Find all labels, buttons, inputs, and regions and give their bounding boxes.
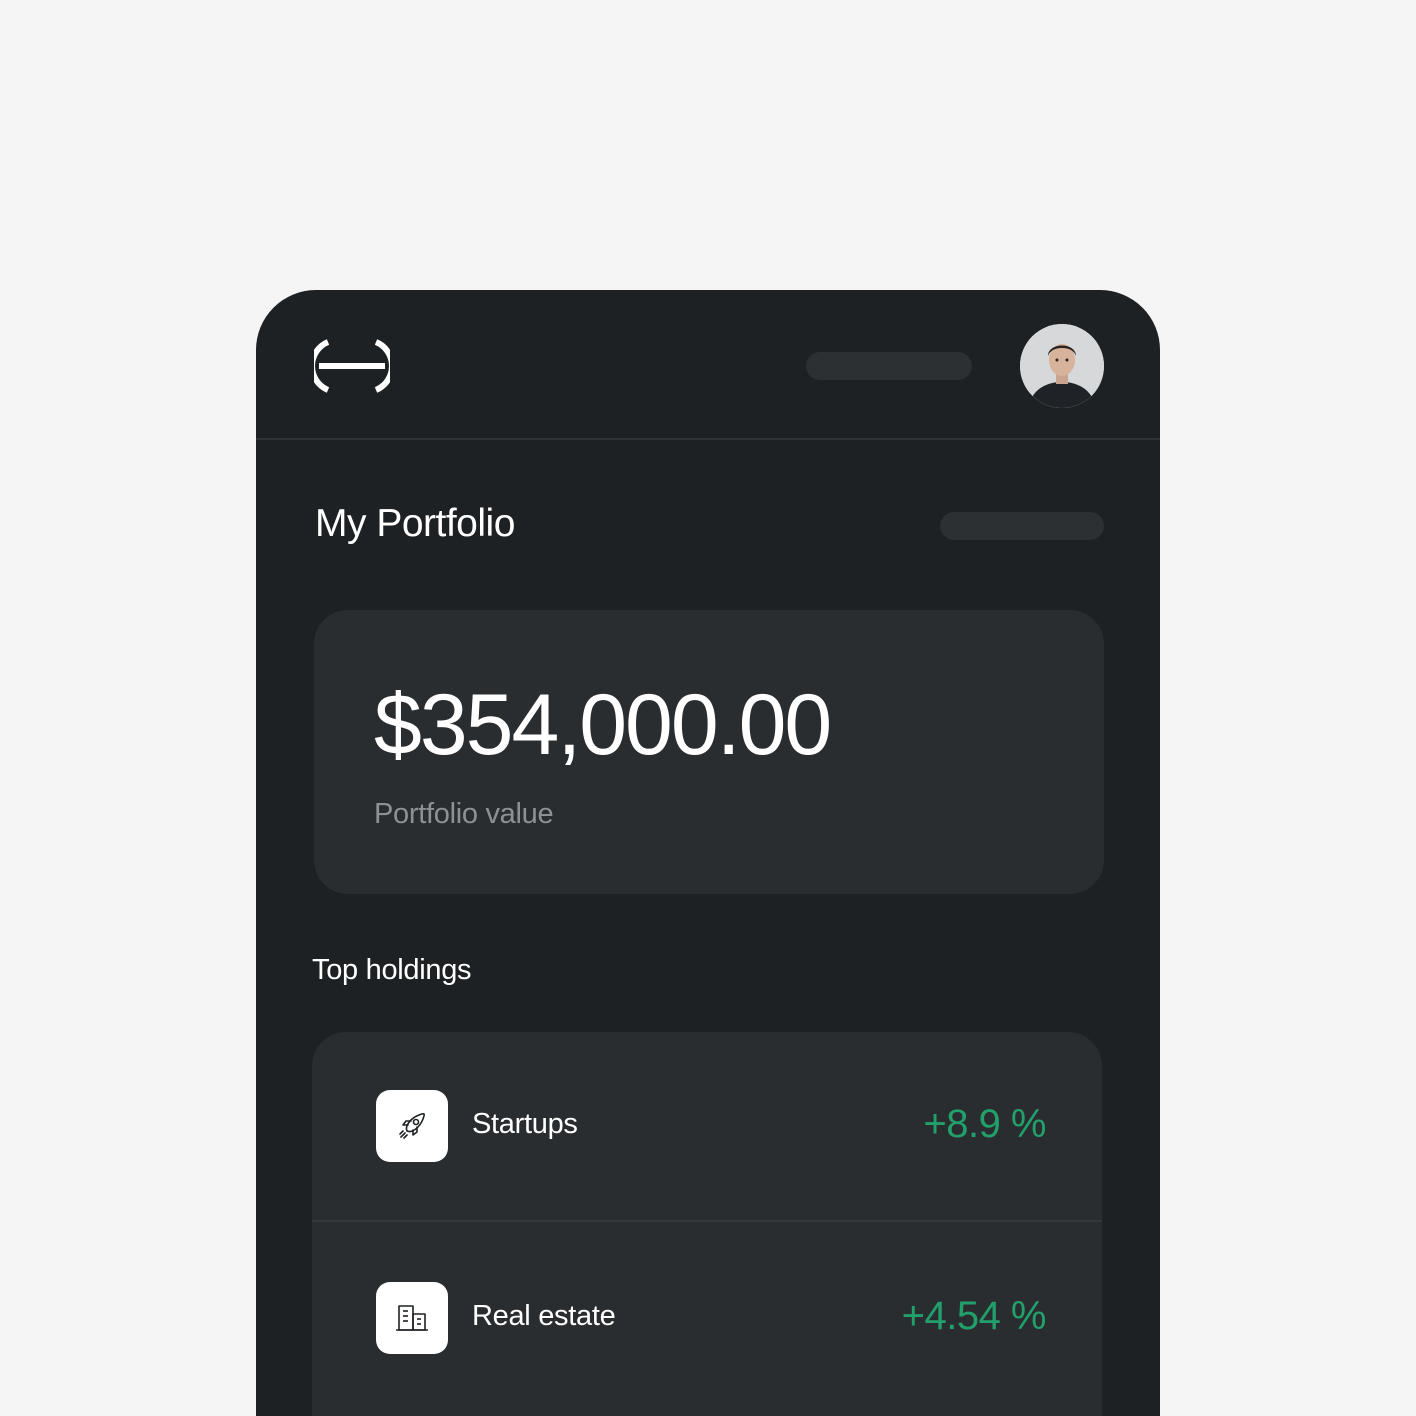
page-title: My Portfolio (315, 502, 515, 545)
title-placeholder-pill (940, 512, 1104, 540)
brand-logo-icon[interactable] (314, 336, 390, 396)
rocket-icon (376, 1090, 448, 1162)
holding-row-real-estate[interactable]: Real estate +4.54 % (312, 1222, 1102, 1412)
portfolio-value-amount: $354,000.00 (374, 677, 832, 773)
top-bar (256, 290, 1160, 440)
holding-change: +8.9 % (923, 1102, 1046, 1146)
header-placeholder-pill (806, 352, 972, 380)
holding-change: +4.54 % (901, 1294, 1047, 1338)
user-avatar-icon (1020, 324, 1104, 408)
holding-row-startups[interactable]: Startups +8.9 % (312, 1032, 1102, 1222)
holdings-list: Startups +8.9 % Real estate +4.54 % (312, 1032, 1102, 1416)
portfolio-value-label: Portfolio value (374, 798, 554, 830)
building-icon (376, 1282, 448, 1354)
avatar[interactable] (1020, 324, 1104, 408)
holding-name: Startups (472, 1108, 578, 1140)
holding-name: Real estate (472, 1300, 616, 1332)
top-holdings-heading: Top holdings (312, 954, 472, 986)
app-window: My Portfolio $354,000.00 Portfolio value… (256, 290, 1160, 1416)
portfolio-value-card[interactable]: $354,000.00 Portfolio value (314, 610, 1104, 894)
